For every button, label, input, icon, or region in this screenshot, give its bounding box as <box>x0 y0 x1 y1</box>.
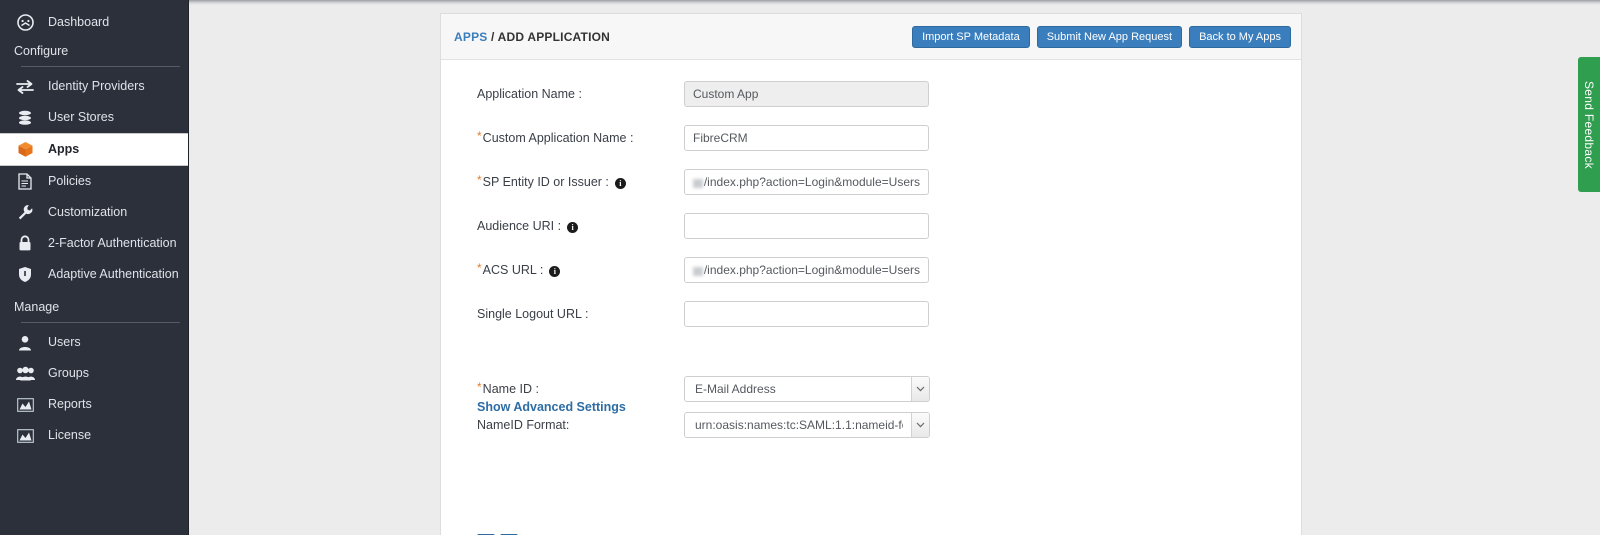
form-row-custom-application-name: * Custom Application Name : FibreCRM <box>441 116 1301 160</box>
sidebar-item-apps[interactable]: Apps <box>0 133 188 166</box>
sidebar-item-label: Groups <box>48 366 89 381</box>
page-root: Dashboard Configure Identity Providers U… <box>0 0 1600 535</box>
sidebar-item-label: Apps <box>48 142 80 157</box>
sp-entity-id-label: * SP Entity ID or Issuer : i <box>441 173 684 189</box>
breadcrumb-separator: / <box>491 30 495 44</box>
name-id-select[interactable]: E-Mail Address <box>684 376 930 402</box>
card-header: APPS / ADD APPLICATION Import SP Metadat… <box>441 14 1301 60</box>
sidebar-item-adaptive-authentication[interactable]: Adaptive Authentication <box>0 259 188 290</box>
sidebar-item-license[interactable]: License <box>0 420 188 451</box>
sidebar-item-customization[interactable]: Customization <box>0 197 188 228</box>
sidebar-item-users[interactable]: Users <box>0 327 188 358</box>
form-row-application-name: Application Name : Custom App <box>441 72 1301 116</box>
sidebar-item-label: Adaptive Authentication <box>48 267 179 282</box>
form-row-nameid-format: NameID Format: urn:oasis:names:tc:SAML:1… <box>441 407 1301 443</box>
audience-uri-label: Audience URI : i <box>441 219 684 233</box>
chart-icon <box>14 427 36 445</box>
sidebar-divider <box>21 66 180 67</box>
import-sp-metadata-button[interactable]: Import SP Metadata <box>912 26 1030 48</box>
sidebar-item-2-factor-authentication[interactable]: 2-Factor Authentication <box>0 228 188 259</box>
sidebar-item-label: Customization <box>48 205 128 220</box>
sidebar-item-label: Users <box>48 335 81 350</box>
form-row-single-logout-url: Single Logout URL : <box>441 292 1301 336</box>
sidebar-item-label: Policies <box>48 174 92 189</box>
acs-url-label: * ACS URL : i <box>441 261 684 277</box>
add-application-card: APPS / ADD APPLICATION Import SP Metadat… <box>440 13 1302 535</box>
box-icon <box>14 141 36 159</box>
sidebar-item-label: 2-Factor Authentication <box>48 236 177 251</box>
database-icon <box>14 109 36 127</box>
sp-entity-id-control: /index.php?action=Login&module=Users <box>684 169 929 195</box>
sidebar-item-label: Reports <box>48 397 92 412</box>
info-icon[interactable]: i <box>567 221 579 233</box>
sidebar-section-configure: Configure <box>14 44 69 58</box>
sidebar-item-policies[interactable]: Policies <box>0 166 188 197</box>
sp-entity-id-input[interactable]: /index.php?action=Login&module=Users <box>684 169 929 195</box>
sidebar-item-user-stores[interactable]: User Stores <box>0 102 188 133</box>
chevron-down-icon <box>911 413 929 437</box>
custom-application-name-control: FibreCRM <box>684 125 929 151</box>
nameid-format-select[interactable]: urn:oasis:names:tc:SAML:1.1:nameid-form <box>684 412 930 438</box>
info-icon[interactable]: i <box>549 265 561 277</box>
form-row-sp-entity-id: * SP Entity ID or Issuer : i /index.php?… <box>441 160 1301 204</box>
redacted-host <box>693 178 703 188</box>
sidebar: Dashboard Configure Identity Providers U… <box>0 0 189 535</box>
sidebar-item-label: Dashboard <box>48 15 110 30</box>
dashboard-icon <box>14 14 36 32</box>
sidebar-divider <box>21 322 180 323</box>
audience-uri-control <box>684 213 929 239</box>
users-group-icon <box>14 365 36 383</box>
sidebar-item-reports[interactable]: Reports <box>0 389 188 420</box>
nameid-format-label: NameID Format: <box>477 418 570 432</box>
acs-url-input[interactable]: /index.php?action=Login&module=Users <box>684 257 929 283</box>
required-asterisk: * <box>477 173 482 187</box>
shield-icon <box>14 266 36 284</box>
required-asterisk: * <box>477 380 482 394</box>
sidebar-item-identity-providers[interactable]: Identity Providers <box>0 71 188 102</box>
breadcrumb: APPS / ADD APPLICATION <box>454 30 610 44</box>
submit-new-app-request-button[interactable]: Submit New App Request <box>1036 26 1183 48</box>
send-feedback-tab[interactable]: Send Feedback <box>1578 57 1600 192</box>
wrench-icon <box>14 204 36 222</box>
header-button-group: Import SP Metadata Submit New App Reques… <box>912 26 1291 48</box>
document-icon <box>14 173 36 191</box>
name-id-control: E-Mail Address <box>684 376 930 402</box>
back-to-my-apps-button[interactable]: Back to My Apps <box>1189 26 1291 48</box>
sidebar-item-label: Identity Providers <box>48 79 145 94</box>
lock-icon <box>14 235 36 253</box>
breadcrumb-current: ADD APPLICATION <box>497 30 611 44</box>
sidebar-item-groups[interactable]: Groups <box>0 358 188 389</box>
form-row-acs-url: * ACS URL : i /index.php?action=Login&mo… <box>441 248 1301 292</box>
form-row-name-id: * Name ID : E-Mail Address <box>441 371 1301 407</box>
send-feedback-label: Send Feedback <box>1582 80 1596 169</box>
required-asterisk: * <box>477 261 482 275</box>
main-content: APPS / ADD APPLICATION Import SP Metadat… <box>189 5 1600 535</box>
application-name-label: Application Name : <box>477 87 582 101</box>
application-form: Application Name : Custom App * Custom A… <box>441 60 1301 535</box>
form-row-audience-uri: Audience URI : i <box>441 204 1301 248</box>
required-asterisk: * <box>477 129 482 143</box>
single-logout-url-control <box>684 301 929 327</box>
custom-application-name-label: * Custom Application Name : <box>477 129 634 145</box>
sidebar-item-label: User Stores <box>48 110 114 125</box>
name-id-label: * Name ID : <box>477 380 539 396</box>
nameid-format-control: urn:oasis:names:tc:SAML:1.1:nameid-form <box>684 412 930 438</box>
sidebar-section-manage: Manage <box>14 300 60 314</box>
sidebar-item-label: License <box>48 428 92 443</box>
info-icon[interactable]: i <box>614 177 626 189</box>
redacted-host <box>693 266 703 276</box>
acs-url-control: /index.php?action=Login&module=Users <box>684 257 929 283</box>
sidebar-item-dashboard[interactable]: Dashboard <box>0 7 188 38</box>
application-name-control: Custom App <box>684 81 929 107</box>
breadcrumb-apps-link[interactable]: APPS <box>454 30 487 44</box>
exchange-icon <box>14 78 36 96</box>
audience-uri-input[interactable] <box>684 213 929 239</box>
custom-application-name-input[interactable]: FibreCRM <box>684 125 929 151</box>
chevron-down-icon <box>911 377 929 401</box>
user-icon <box>14 334 36 352</box>
single-logout-url-input[interactable] <box>684 301 929 327</box>
application-name-input[interactable]: Custom App <box>684 81 929 107</box>
chart-icon <box>14 396 36 414</box>
single-logout-url-label: Single Logout URL : <box>477 307 589 321</box>
